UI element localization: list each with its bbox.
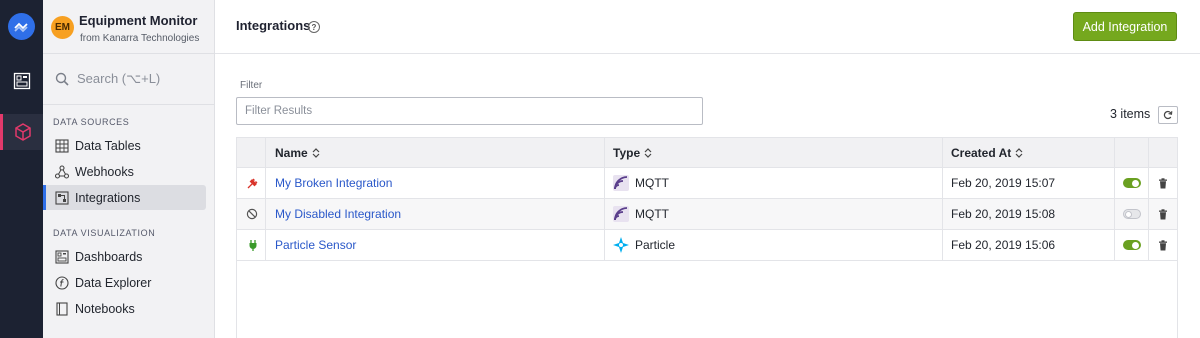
type-cell: Particle (613, 230, 675, 260)
sort-icon (312, 148, 320, 158)
column-divider (942, 138, 943, 261)
dashboard-rail-icon[interactable] (0, 63, 43, 99)
broken-plug-icon (247, 168, 259, 198)
items-count: 3 items (1110, 107, 1151, 121)
mqtt-icon (613, 206, 629, 222)
column-header-name[interactable]: Name (275, 138, 321, 168)
dashboard-icon (55, 249, 69, 264)
page-header: Integrations ? Add Integration (215, 0, 1200, 54)
column-divider (265, 138, 266, 261)
disabled-icon (246, 199, 258, 229)
delete-icon[interactable] (1158, 199, 1168, 229)
search-icon (55, 72, 69, 86)
notebook-icon (56, 301, 68, 316)
created-at-cell: Feb 20, 2019 15:07 (951, 176, 1056, 190)
particle-icon (613, 237, 629, 253)
sidebar-item-notebooks[interactable]: Notebooks (43, 296, 206, 321)
sidebar-item-label: Notebooks (75, 301, 135, 316)
sort-icon (1015, 148, 1023, 158)
sidebar-item-dashboards[interactable]: Dashboards (43, 244, 206, 269)
sidebar-item-data-tables[interactable]: Data Tables (43, 133, 206, 158)
avatar: EM (51, 16, 74, 39)
column-header-type[interactable]: Type (613, 138, 653, 168)
sidebar-item-label: Webhooks (75, 164, 134, 179)
refresh-button[interactable] (1158, 106, 1178, 124)
type-cell: MQTT (613, 168, 669, 198)
table-row[interactable]: My Broken Integration MQTT Feb 20, 2019 … (237, 168, 1177, 199)
connected-plug-icon (247, 230, 259, 260)
table-icon (55, 138, 69, 153)
sidebar-item-label: Dashboards (75, 249, 143, 264)
logo-icon[interactable] (8, 13, 35, 40)
org-subtitle: from Kanarra Technologies (80, 33, 200, 44)
created-at-cell: Feb 20, 2019 15:08 (951, 207, 1056, 221)
webhook-icon (55, 164, 69, 179)
sort-icon (644, 148, 652, 158)
org-name: Equipment Monitor (79, 13, 198, 28)
integration-name-link[interactable]: My Disabled Integration (275, 199, 401, 229)
table-row[interactable]: My Disabled Integration MQTT Feb 20, 201… (237, 199, 1177, 230)
integration-name-link[interactable]: Particle Sensor (275, 230, 356, 260)
help-icon[interactable]: ? (308, 21, 320, 33)
sidebar-item-label: Data Tables (75, 138, 141, 153)
integrations-icon (55, 190, 69, 205)
app-rail (0, 0, 43, 338)
search-placeholder: Search (⌥+L) (77, 71, 161, 86)
sidebar-item-data-explorer[interactable]: Data Explorer (43, 270, 206, 295)
enabled-toggle[interactable] (1123, 230, 1141, 260)
column-divider (1148, 138, 1149, 261)
enabled-toggle[interactable] (1123, 199, 1141, 229)
column-divider (604, 138, 605, 261)
integrations-rail-icon[interactable] (0, 114, 43, 150)
add-integration-button[interactable]: Add Integration (1073, 12, 1177, 41)
section-label-data-visualization: DATA VISUALIZATION (53, 228, 156, 238)
section-label-data-sources: DATA SOURCES (53, 117, 130, 127)
refresh-icon (1163, 110, 1173, 120)
column-header-created-at[interactable]: Created At (951, 138, 1024, 168)
created-at-cell: Feb 20, 2019 15:06 (951, 238, 1056, 252)
integration-name-link[interactable]: My Broken Integration (275, 168, 392, 198)
type-cell: MQTT (613, 199, 669, 229)
sidebar-item-label: Data Explorer (75, 275, 152, 290)
sidebar: EM Equipment Monitor from Kanarra Techno… (43, 0, 215, 338)
delete-icon[interactable] (1158, 230, 1168, 260)
delete-icon[interactable] (1158, 168, 1168, 198)
integrations-table: Name Type Created At My Broken Integrati… (236, 137, 1178, 338)
sidebar-item-label: Integrations (75, 190, 141, 205)
sidebar-item-webhooks[interactable]: Webhooks (43, 159, 206, 184)
mqtt-icon (613, 175, 629, 191)
page-title: Integrations (236, 18, 311, 33)
column-divider (1114, 138, 1115, 261)
filter-input[interactable]: Filter Results (236, 97, 703, 125)
function-icon (55, 275, 69, 290)
org-switcher[interactable]: EM Equipment Monitor from Kanarra Techno… (51, 13, 199, 45)
sidebar-item-integrations[interactable]: Integrations (43, 185, 206, 210)
enabled-toggle[interactable] (1123, 168, 1141, 198)
search-input[interactable]: Search (⌥+L) (43, 53, 214, 105)
filter-label: Filter (240, 80, 263, 91)
table-header: Name Type Created At (237, 138, 1177, 168)
table-row[interactable]: Particle Sensor Particle Feb 20, 2019 15… (237, 230, 1177, 261)
